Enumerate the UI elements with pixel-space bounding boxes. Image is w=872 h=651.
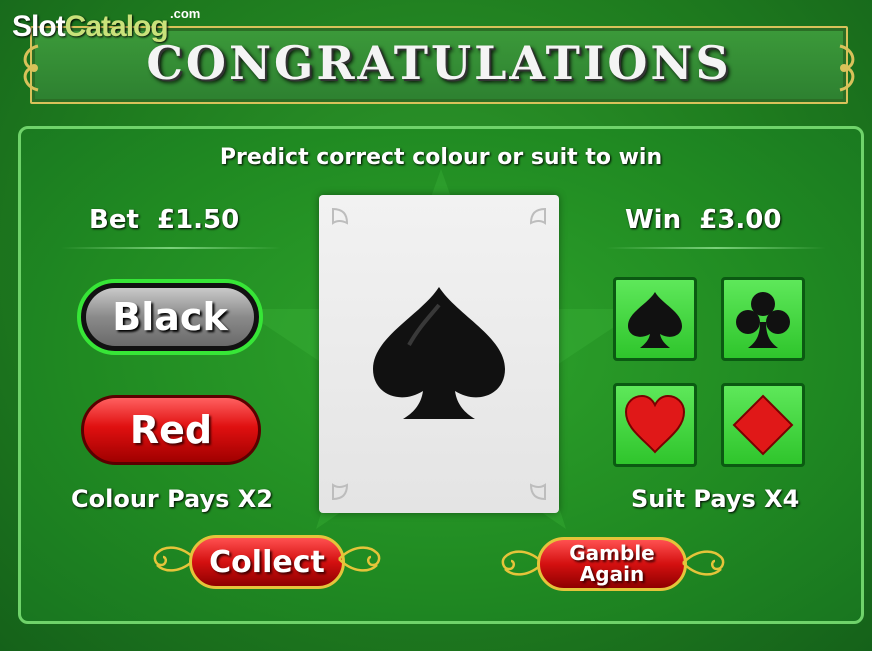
red-button[interactable]: Red xyxy=(81,395,261,465)
suit-pays-text: Suit Pays X4 xyxy=(631,485,800,513)
divider xyxy=(606,247,826,249)
scroll-ornament-icon xyxy=(839,44,855,92)
spade-icon xyxy=(628,292,682,348)
club-icon xyxy=(736,292,790,348)
bet-amount: £1.50 xyxy=(157,205,240,235)
diamond-button[interactable] xyxy=(721,383,805,467)
win-label: Win xyxy=(625,205,682,235)
club-button[interactable] xyxy=(721,277,805,361)
brand-part-1: Slot xyxy=(12,10,66,43)
heart-icon xyxy=(624,394,686,454)
heart-button[interactable] xyxy=(613,383,697,467)
win-amount: £3.00 xyxy=(699,205,782,235)
diamond-icon xyxy=(732,394,794,456)
brand-suffix: .com xyxy=(170,6,201,21)
bet-display: Bet £1.50 xyxy=(89,205,239,235)
brand-part-2: Catalog xyxy=(64,10,169,43)
bet-label: Bet xyxy=(89,205,139,235)
collect-button[interactable]: Collect xyxy=(189,535,345,589)
gamble-again-line-2: Again xyxy=(579,562,645,586)
playing-card xyxy=(319,195,559,513)
flourish-ornament-icon xyxy=(682,550,725,576)
gamble-again-button[interactable]: Gamble Again xyxy=(537,537,687,591)
card-face xyxy=(332,207,546,501)
spade-button[interactable] xyxy=(613,277,697,361)
gamble-again-line-1: Gamble xyxy=(569,541,655,565)
gamble-panel: Predict correct colour or suit to win Be… xyxy=(18,126,864,624)
instruction-text: Predict correct colour or suit to win xyxy=(219,145,663,170)
win-display: Win £3.00 xyxy=(625,205,781,235)
black-button-label: Black xyxy=(86,288,254,346)
title-text: CONGRATULATIONS xyxy=(146,36,732,90)
brand-logo: SlotCatalog .com xyxy=(12,6,200,44)
divider xyxy=(61,247,281,249)
flourish-ornament-icon xyxy=(338,546,381,572)
black-button[interactable]: Black xyxy=(77,279,263,355)
colour-pays-text: Colour Pays X2 xyxy=(71,485,273,513)
spade-icon xyxy=(373,287,505,419)
